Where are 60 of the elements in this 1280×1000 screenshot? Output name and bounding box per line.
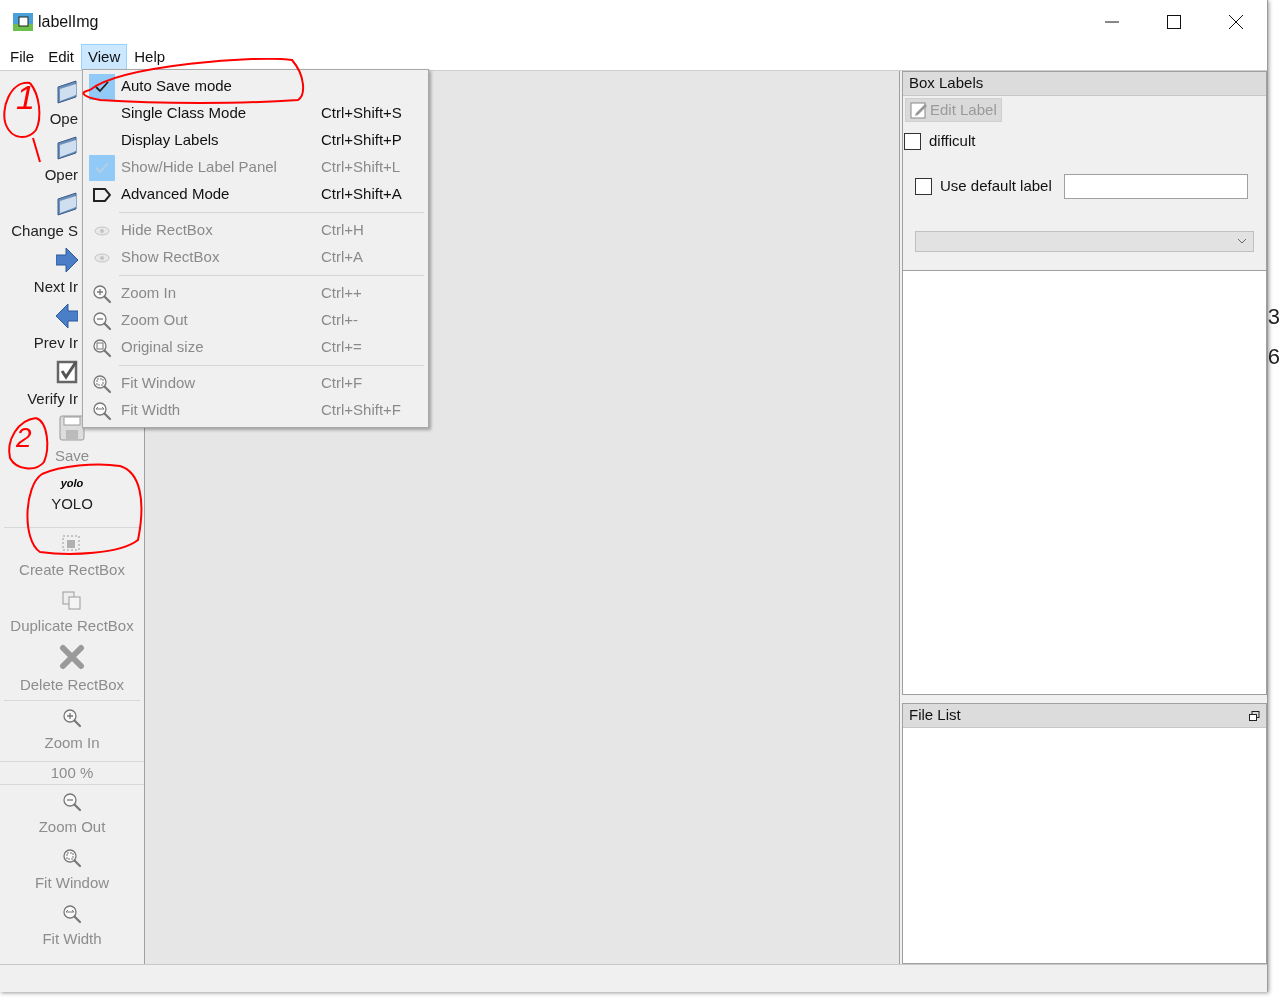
shortcut-label: Ctrl+Shift+P xyxy=(321,130,402,151)
window-title: labelImg xyxy=(38,12,99,32)
menu-item[interactable]: Single Class Mode Ctrl+Shift+S xyxy=(83,100,428,127)
maximize-icon xyxy=(1166,15,1181,29)
annotation-number: 1 xyxy=(16,80,35,114)
shortcut-label: Ctrl+F xyxy=(321,373,363,394)
duplicate-icon xyxy=(62,590,82,611)
shortcut-label: Ctrl+= xyxy=(321,337,362,358)
shortcut-label: Ctrl+Shift+S xyxy=(321,103,402,124)
menu-bar-item[interactable]: View xyxy=(81,44,128,70)
background-text: 3 xyxy=(1267,306,1280,328)
checkbox-label: Use default label xyxy=(940,175,1052,196)
shortcut-label: Ctrl+H xyxy=(321,220,364,241)
edit-icon xyxy=(910,101,928,119)
menu-item[interactable]: Advanced Mode Ctrl+Shift+A xyxy=(83,181,428,208)
shortcut-label: Ctrl+Shift+L xyxy=(321,157,401,178)
default-label-field[interactable] xyxy=(1063,173,1248,199)
checkbox-label: difficult xyxy=(929,131,976,151)
zoom-out-icon xyxy=(62,791,82,812)
shortcut-label: Ctrl++ xyxy=(321,283,362,304)
fit-width-icon xyxy=(91,400,112,421)
arrow-right-icon xyxy=(56,247,78,274)
minimize-icon xyxy=(1104,21,1119,23)
background-text: 6 xyxy=(1267,346,1280,368)
chevron-down-icon xyxy=(1236,238,1247,244)
float-icon[interactable] xyxy=(1248,710,1260,721)
panel-title: Box Labels xyxy=(903,72,1266,96)
menu-item[interactable]: Display Labels Ctrl+Shift+P xyxy=(83,127,428,154)
zoom-in-icon xyxy=(62,707,82,728)
eye-icon xyxy=(93,225,110,236)
fit-width-icon xyxy=(62,903,82,924)
arrow-left-icon xyxy=(56,303,78,330)
close-icon xyxy=(1228,15,1243,29)
fit-window-icon xyxy=(62,847,82,868)
tag-icon xyxy=(92,187,111,202)
checkbox-icon xyxy=(56,359,78,386)
menu-bar-item[interactable]: Help xyxy=(127,44,173,70)
app-icon xyxy=(12,12,34,32)
menu-item[interactable]: Auto Save mode xyxy=(83,73,428,100)
use-default-label-checkbox[interactable] xyxy=(915,177,932,195)
shortcut-label: Ctrl+Shift+A xyxy=(321,184,402,205)
shortcut-label: Ctrl+- xyxy=(321,310,359,331)
format-icon: yolo xyxy=(60,478,84,490)
menu-bar-item[interactable]: Edit xyxy=(41,44,82,70)
zoom-out-icon xyxy=(91,310,112,331)
shortcut-label: Ctrl+Shift+F xyxy=(321,400,402,421)
folder-icon xyxy=(56,79,78,106)
menu-bar-item[interactable]: File xyxy=(3,44,42,70)
actual-size-icon xyxy=(91,337,112,358)
toolbar-button[interactable]: yolo YOLO xyxy=(0,469,144,525)
difficult-checkbox[interactable] xyxy=(904,132,921,150)
eye-icon xyxy=(93,252,110,263)
delete-cross-icon xyxy=(59,643,85,670)
folder-icon xyxy=(56,135,78,162)
annotation-number: 2 xyxy=(16,424,32,452)
zoom-in-icon xyxy=(91,283,112,304)
fit-window-icon xyxy=(91,373,112,394)
shortcut-label: Ctrl+A xyxy=(321,247,364,268)
panel-title-text: File List xyxy=(909,705,961,726)
folder-icon xyxy=(56,191,78,218)
